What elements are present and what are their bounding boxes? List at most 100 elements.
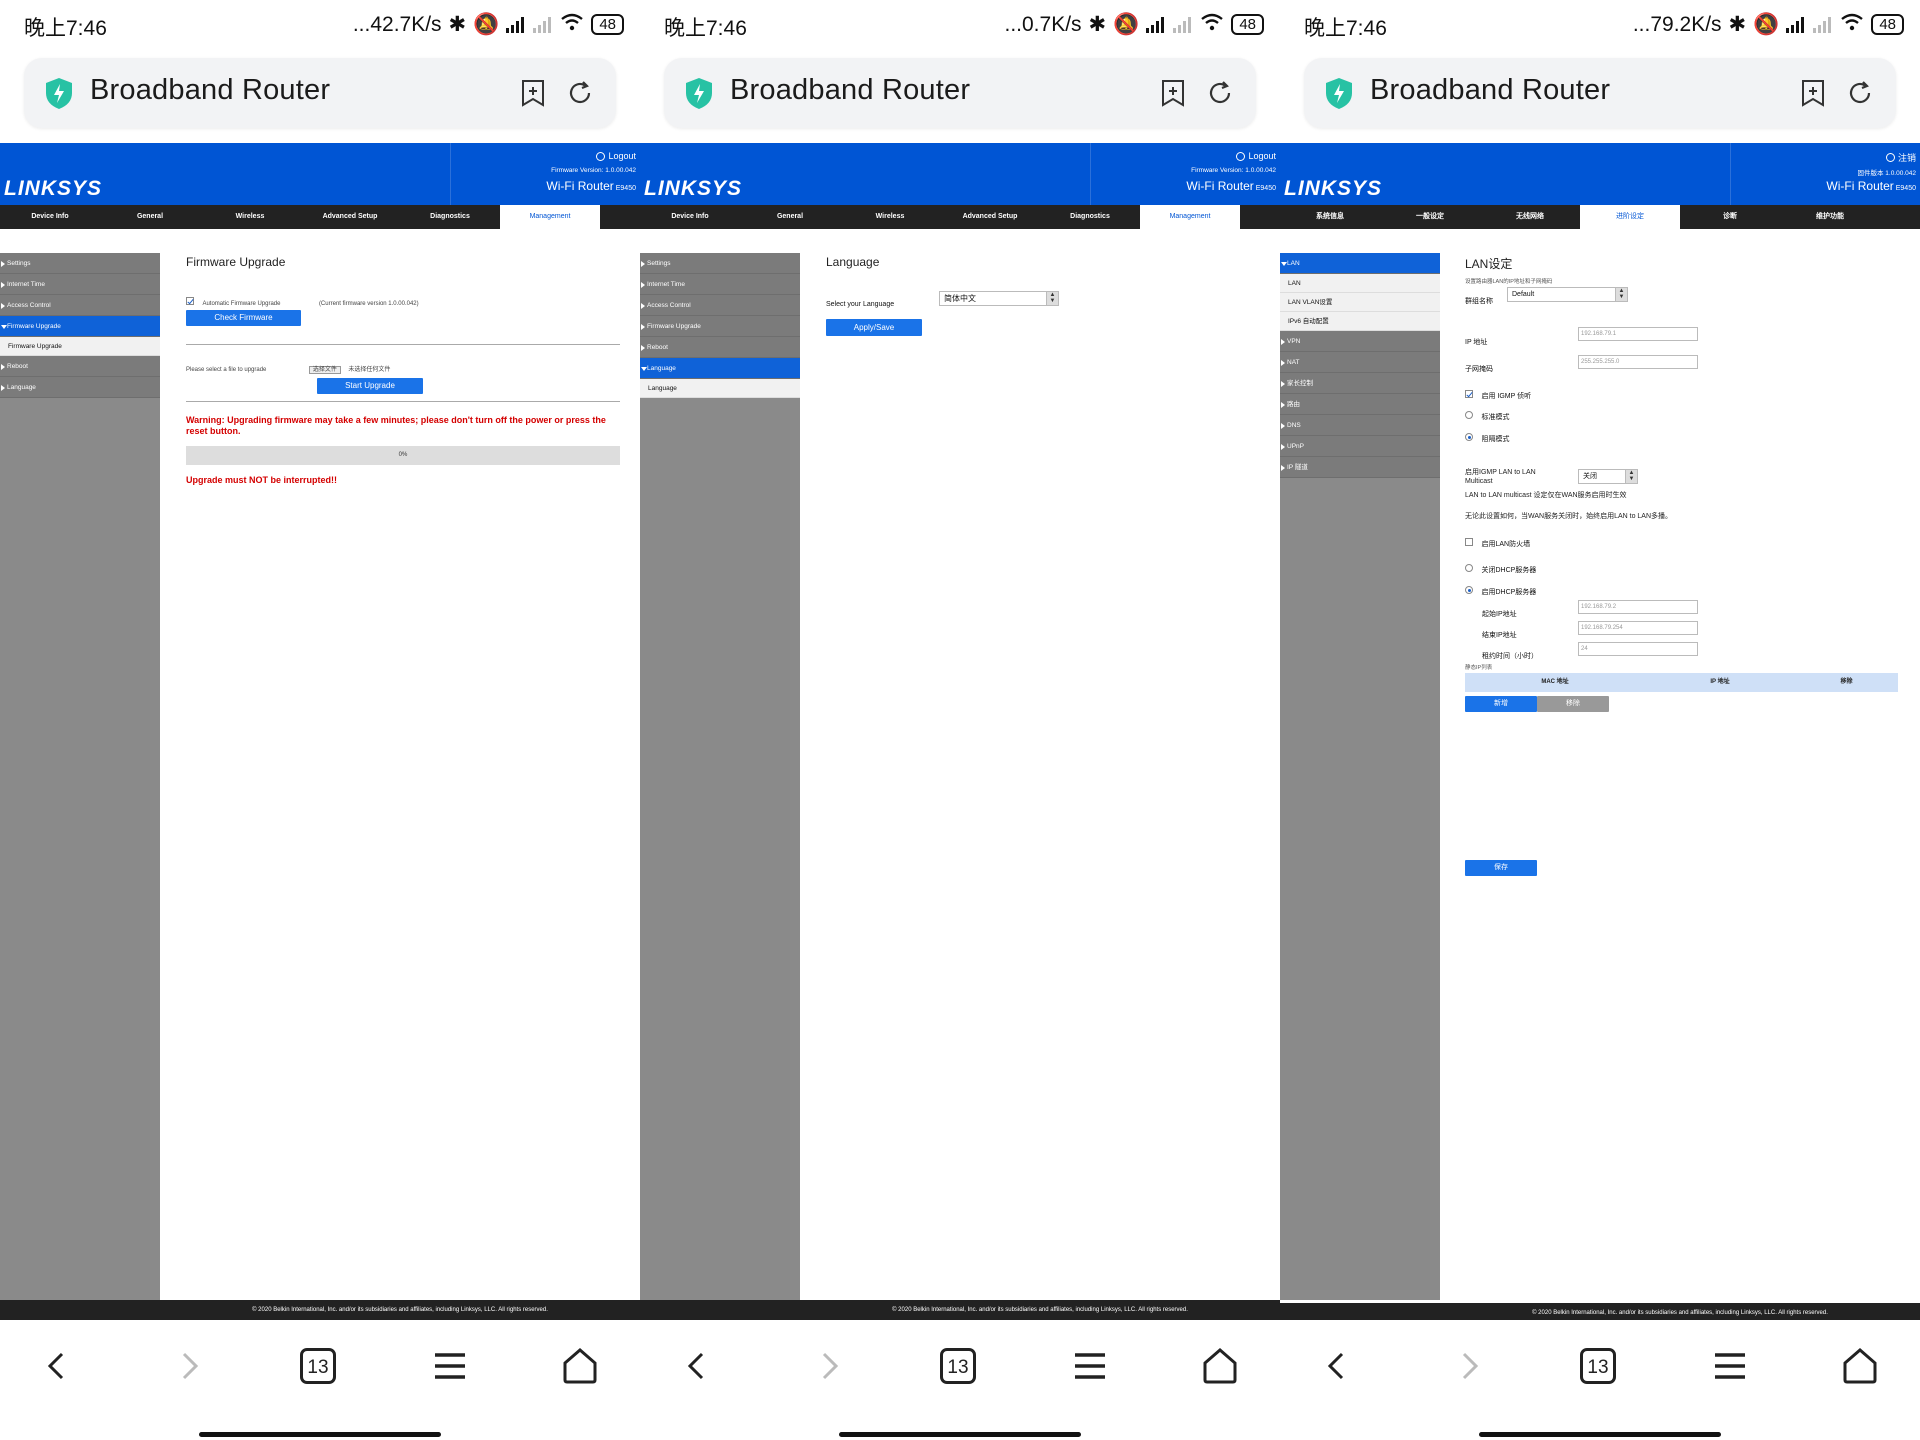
sidebar-item-routing[interactable]: 路由 (1280, 394, 1440, 415)
tab-diagnostics[interactable]: Diagnostics (400, 205, 500, 229)
browser-navbar: 13 (0, 1320, 640, 1440)
sidebar-subitem-language[interactable]: Language (640, 379, 800, 398)
refresh-icon[interactable] (1206, 79, 1234, 107)
lan-firewall-checkbox[interactable] (1465, 537, 1473, 546)
tab-advanced-setup[interactable]: 进阶设定 (1580, 205, 1680, 229)
sidebar-item-access-control[interactable]: Access Control (0, 295, 160, 316)
tab-general[interactable]: General (740, 205, 840, 229)
logout-link[interactable]: Logout (596, 151, 636, 161)
sidebar-item-ip-tunnel[interactable]: IP 隧道 (1280, 457, 1440, 478)
remove-button[interactable]: 移除 (1537, 696, 1609, 712)
tab-advanced-setup[interactable]: Advanced Setup (300, 205, 400, 229)
add-button[interactable]: 新增 (1465, 696, 1537, 712)
tabs-button[interactable]: 13 (940, 1348, 976, 1384)
tab-device-info[interactable]: Device Info (0, 205, 100, 229)
sidebar-item-language[interactable]: Language (640, 358, 800, 379)
tab-diagnostics[interactable]: Diagnostics (1040, 205, 1140, 229)
bookmark-add-icon[interactable] (1160, 79, 1186, 107)
sidebar-subitem-lan-vlan[interactable]: LAN VLAN设置 (1280, 293, 1440, 312)
back-icon[interactable] (1318, 1346, 1358, 1386)
sidebar-item-upnp[interactable]: UPnP (1280, 436, 1440, 457)
static-ip-label: 静态IP列表 (1465, 665, 1493, 671)
home-icon[interactable] (1200, 1346, 1240, 1386)
standard-mode-radio[interactable] (1465, 410, 1473, 419)
tab-wireless[interactable]: 无线网络 (1480, 205, 1580, 229)
forward-icon[interactable] (168, 1346, 208, 1386)
col-remove: 移除 (1840, 679, 1853, 685)
igmp-snooping-checkbox[interactable] (1465, 389, 1473, 398)
blocking-mode-radio[interactable] (1465, 432, 1473, 441)
check-firmware-button[interactable]: Check Firmware (186, 310, 301, 326)
dhcp-off-radio[interactable] (1465, 563, 1473, 572)
sidebar-item-dns[interactable]: DNS (1280, 415, 1440, 436)
sidebar-item-language[interactable]: Language (0, 377, 160, 398)
choose-file-button[interactable]: 选择文件 (308, 366, 341, 374)
sidebar-item-settings[interactable]: Settings (0, 253, 160, 274)
sidebar-subitem-firmware-upgrade[interactable]: Firmware Upgrade (0, 337, 160, 356)
lease-time-field[interactable]: 24 (1578, 642, 1698, 656)
address-bar[interactable]: Broadband Router (664, 58, 1256, 128)
menu-icon[interactable] (1070, 1346, 1110, 1386)
language-select[interactable]: 简体中文 ▲ ▼ (939, 291, 1059, 306)
home-icon[interactable] (1840, 1346, 1880, 1386)
sidebar-subitem-lan[interactable]: LAN (1280, 274, 1440, 293)
address-bar[interactable]: Broadband Router (1304, 58, 1896, 128)
forward-icon[interactable] (808, 1346, 848, 1386)
tab-general[interactable]: General (100, 205, 200, 229)
refresh-icon[interactable] (1846, 79, 1874, 107)
section-title: Firmware Upgrade (186, 255, 286, 269)
tab-wireless[interactable]: Wireless (840, 205, 940, 229)
mute-icon: 🔕 (473, 12, 500, 36)
forward-icon[interactable] (1448, 1346, 1488, 1386)
logout-link[interactable]: 注销 (1885, 151, 1916, 164)
tab-maintenance[interactable]: 维护功能 (1780, 205, 1880, 229)
auto-upgrade-checkbox[interactable] (186, 296, 194, 305)
auto-upgrade-label: Automatic Firmware Upgrade (202, 301, 281, 307)
sidebar-item-reboot[interactable]: Reboot (0, 356, 160, 377)
tabs-button[interactable]: 13 (300, 1348, 336, 1384)
group-name-select[interactable]: Default ▲ ▼ (1507, 287, 1628, 302)
menu-icon[interactable] (1710, 1346, 1750, 1386)
tab-system-info[interactable]: 系统信息 (1280, 205, 1380, 229)
apply-save-button[interactable]: Apply/Save (826, 319, 922, 336)
tab-management[interactable]: Management (500, 205, 600, 229)
battery-icon: 48 (1231, 14, 1264, 35)
igmp-lan-select[interactable]: 关闭 ▲ ▼ (1578, 469, 1638, 484)
blocking-mode-label: 阻隔模式 (1481, 436, 1510, 443)
sidebar-item-vpn[interactable]: VPN (1280, 331, 1440, 352)
tab-device-info[interactable]: Device Info (640, 205, 740, 229)
save-button[interactable]: 保存 (1465, 860, 1537, 876)
tab-advanced-setup[interactable]: Advanced Setup (940, 205, 1040, 229)
back-icon[interactable] (38, 1346, 78, 1386)
start-upgrade-button[interactable]: Start Upgrade (317, 378, 423, 394)
address-bar[interactable]: Broadband Router (24, 58, 616, 128)
end-ip-field[interactable]: 192.168.79.254 (1578, 621, 1698, 635)
tab-general[interactable]: 一般设定 (1380, 205, 1480, 229)
tab-diagnostics[interactable]: 诊断 (1680, 205, 1780, 229)
subnet-mask-field[interactable]: 255.255.255.0 (1578, 355, 1698, 369)
sidebar-item-nat[interactable]: NAT (1280, 352, 1440, 373)
start-ip-field[interactable]: 192.168.79.2 (1578, 600, 1698, 614)
sidebar-item-internet-time[interactable]: Internet Time (0, 274, 160, 295)
home-icon[interactable] (560, 1346, 600, 1386)
tab-management[interactable]: Management (1140, 205, 1240, 229)
refresh-icon[interactable] (566, 79, 594, 107)
bookmark-add-icon[interactable] (1800, 79, 1826, 107)
sidebar-item-reboot[interactable]: Reboot (640, 337, 800, 358)
back-icon[interactable] (678, 1346, 718, 1386)
tab-wireless[interactable]: Wireless (200, 205, 300, 229)
logout-link[interactable]: Logout (1236, 151, 1276, 161)
sidebar-item-parental-control[interactable]: 家长控制 (1280, 373, 1440, 394)
sidebar-item-access-control[interactable]: Access Control (640, 295, 800, 316)
ip-address-field[interactable]: 192.168.79.1 (1578, 327, 1698, 341)
sidebar-item-settings[interactable]: Settings (640, 253, 800, 274)
sidebar-item-firmware-upgrade[interactable]: Firmware Upgrade (640, 316, 800, 337)
sidebar-item-lan[interactable]: LAN (1280, 253, 1440, 274)
menu-icon[interactable] (430, 1346, 470, 1386)
bookmark-add-icon[interactable] (520, 79, 546, 107)
tabs-button[interactable]: 13 (1580, 1348, 1616, 1384)
sidebar-subitem-ipv6[interactable]: IPv6 自动配置 (1280, 312, 1440, 331)
sidebar-item-firmware-upgrade[interactable]: Firmware Upgrade (0, 316, 160, 337)
sidebar-item-internet-time[interactable]: Internet Time (640, 274, 800, 295)
dhcp-on-radio[interactable] (1465, 585, 1473, 594)
